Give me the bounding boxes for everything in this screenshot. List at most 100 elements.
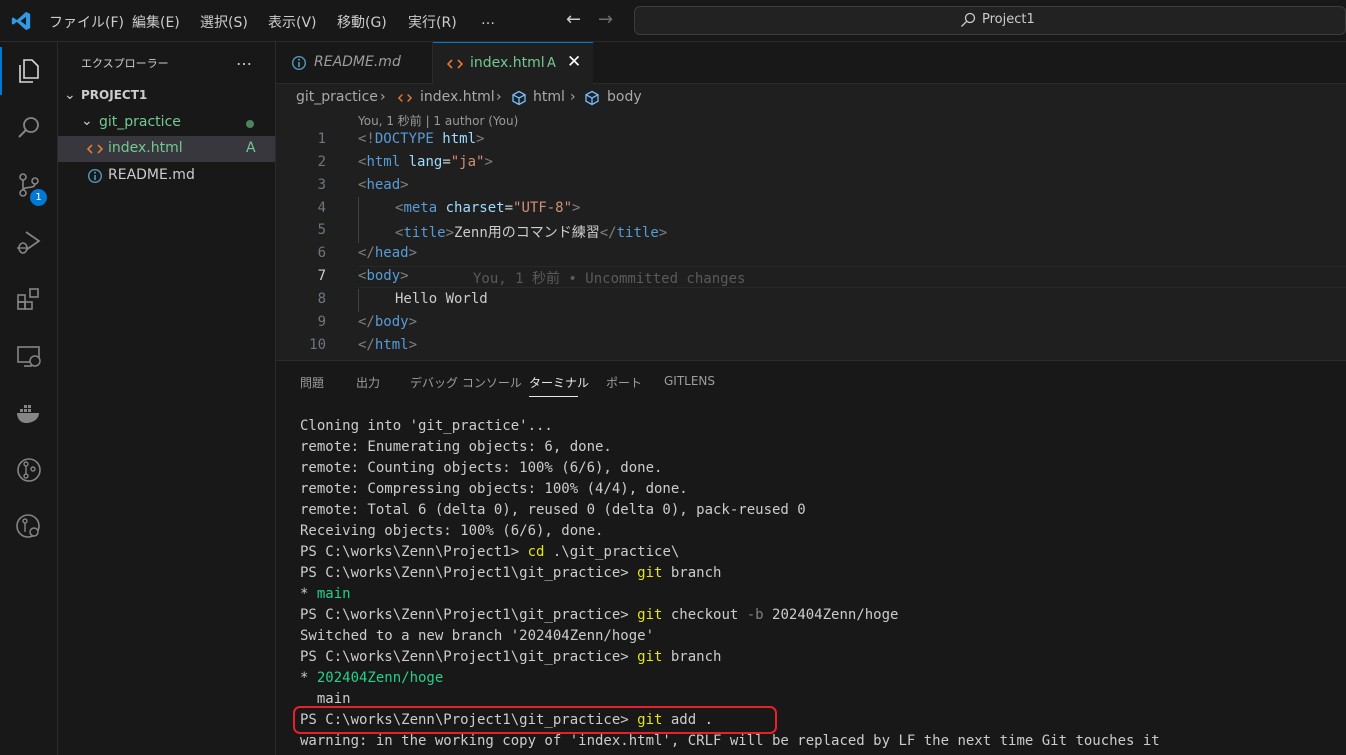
- run-debug-icon: [17, 231, 41, 254]
- line-number: 5: [317, 222, 326, 238]
- line-number: 1: [317, 131, 326, 147]
- modified-dot-icon: [246, 120, 254, 128]
- chevron-right-icon: ›: [570, 89, 576, 105]
- gitlens-inspect-icon: [16, 514, 40, 538]
- terminal-line: PS C:\works\Zenn\Project1> cd .\git_prac…: [300, 544, 680, 560]
- scm-count-badge: 1: [30, 189, 47, 206]
- menu-file[interactable]: ファイル(F): [49, 12, 124, 32]
- code-line: <meta charset="UTF-8">: [395, 200, 581, 216]
- line-number: 7: [317, 268, 326, 284]
- git-status-badge: A: [246, 140, 256, 156]
- menu-selection[interactable]: 選択(S): [200, 12, 248, 32]
- code-line: Hello World: [395, 291, 488, 307]
- codelens-blame[interactable]: You, 1 秒前 | 1 author (You): [358, 112, 518, 129]
- menu-more[interactable]: …: [481, 12, 495, 28]
- tab-output[interactable]: 出力: [356, 374, 380, 391]
- code-line: </html>: [358, 337, 418, 353]
- code-line: <!DOCTYPE html>: [358, 131, 485, 147]
- back-arrow-icon[interactable]: ←: [566, 9, 581, 30]
- tab-terminal[interactable]: ターミナル: [529, 374, 589, 391]
- terminal-line: remote: Counting objects: 100% (6/6), do…: [300, 460, 663, 476]
- remote-explorer-button[interactable]: [0, 332, 58, 380]
- line-number: 10: [309, 337, 326, 353]
- file-label: index.html: [108, 140, 183, 156]
- terminal-line: remote: Total 6 (delta 0), reused 0 (del…: [300, 502, 806, 518]
- command-center-search[interactable]: Project1: [634, 6, 1346, 35]
- inline-blame: You, 1 秒前 • Uncommitted changes: [473, 271, 746, 287]
- docker-button[interactable]: [0, 389, 58, 437]
- tree-folder-git-practice[interactable]: ⌄ git_practice: [58, 110, 275, 136]
- folder-label: git_practice: [99, 114, 181, 130]
- line-number: 8: [317, 291, 326, 307]
- breadcrumb-html[interactable]: html: [533, 89, 565, 105]
- activity-bar: 1: [0, 42, 58, 755]
- search-icon: [961, 12, 976, 27]
- code-line: </body>: [358, 314, 418, 330]
- active-tab-underline: [529, 396, 578, 397]
- html-file-icon: [87, 144, 103, 154]
- terminal-line: * 202404Zenn/hoge: [300, 670, 444, 686]
- tab-index-html[interactable]: index.html A ✕: [433, 42, 593, 84]
- gitlens-inspect-button[interactable]: [0, 503, 58, 551]
- files-icon: [19, 59, 39, 83]
- line-number: 6: [317, 245, 326, 261]
- breadcrumb: git_practice › index.html › html › body: [276, 84, 1346, 110]
- menu-view[interactable]: 表示(V): [268, 12, 317, 32]
- extensions-button[interactable]: [0, 275, 58, 323]
- menu-run[interactable]: 実行(R): [408, 12, 457, 32]
- tree-root-project[interactable]: ⌄ PROJECT1: [58, 84, 275, 110]
- forward-arrow-icon[interactable]: →: [598, 9, 613, 30]
- terminal-line: * main: [300, 586, 351, 602]
- command-center-label: Project1: [982, 12, 1035, 27]
- code-line: <head>: [358, 177, 409, 193]
- search-icon: [18, 117, 39, 138]
- more-actions-icon[interactable]: …: [236, 50, 252, 69]
- menu-edit[interactable]: 編集(E): [132, 12, 180, 32]
- html-file-icon: [398, 94, 412, 102]
- extensions-icon: [17, 288, 39, 310]
- terminal-line: Cloning into 'git_practice'...: [300, 418, 553, 434]
- tab-readme[interactable]: README.md: [276, 42, 433, 84]
- line-number: 3: [317, 177, 326, 193]
- bottom-panel: 問題 出力 デバッグ コンソール ターミナル ポート GITLENS Cloni…: [276, 360, 1346, 755]
- gitlens-icon: [17, 458, 41, 482]
- terminal-line: PS C:\works\Zenn\Project1\git_practice> …: [300, 565, 722, 581]
- tree-file-readme[interactable]: README.md: [58, 163, 275, 189]
- terminal-line: PS C:\works\Zenn\Project1\git_practice> …: [300, 712, 714, 728]
- code-line: </head>: [358, 245, 418, 261]
- explorer-title: エクスプローラー: [81, 57, 169, 70]
- tab-ports[interactable]: ポート: [606, 374, 642, 391]
- breadcrumb-folder[interactable]: git_practice: [296, 89, 378, 105]
- menu-go[interactable]: 移動(G): [337, 12, 387, 32]
- explorer-button[interactable]: [0, 47, 58, 95]
- symbol-element-icon: [512, 90, 526, 106]
- terminal-line: PS C:\works\Zenn\Project1\git_practice> …: [300, 607, 899, 623]
- indent-guide: [358, 197, 359, 243]
- vscode-logo-icon: [11, 11, 31, 31]
- source-control-button[interactable]: 1: [0, 161, 58, 209]
- tab-label: index.html: [470, 55, 545, 71]
- code-line: <html lang="ja">: [358, 154, 493, 170]
- tree-file-index-html[interactable]: index.html A: [58, 136, 275, 162]
- terminal-line: remote: Enumerating objects: 6, done.: [300, 439, 612, 455]
- code-line: <title>Zenn用のコマンド練習</title>: [395, 225, 668, 241]
- remote-explorer-icon: [17, 346, 41, 367]
- line-number: 9: [317, 314, 326, 330]
- indent-guide: [358, 289, 359, 312]
- chevron-right-icon: ›: [380, 89, 386, 105]
- terminal-line: PS C:\works\Zenn\Project1\git_practice> …: [300, 649, 722, 665]
- project-label: PROJECT1: [81, 88, 148, 102]
- close-icon[interactable]: ✕: [567, 52, 581, 72]
- chevron-down-icon: ⌄: [64, 87, 76, 103]
- gitlens-button[interactable]: [0, 446, 58, 494]
- tab-problems[interactable]: 問題: [300, 374, 324, 391]
- code-editor[interactable]: You, 1 秒前 | 1 author (You) 1 2 3 4 5 6 7…: [276, 110, 1346, 360]
- tab-debug-console[interactable]: デバッグ コンソール: [410, 374, 522, 391]
- breadcrumb-file[interactable]: index.html: [420, 89, 495, 105]
- run-debug-button[interactable]: [0, 218, 58, 266]
- tab-gitlens[interactable]: GITLENS: [664, 374, 715, 388]
- tab-label: README.md: [314, 54, 401, 70]
- breadcrumb-body[interactable]: body: [607, 89, 642, 105]
- terminal-line: remote: Compressing objects: 100% (4/4),…: [300, 481, 688, 497]
- search-button[interactable]: [0, 104, 58, 152]
